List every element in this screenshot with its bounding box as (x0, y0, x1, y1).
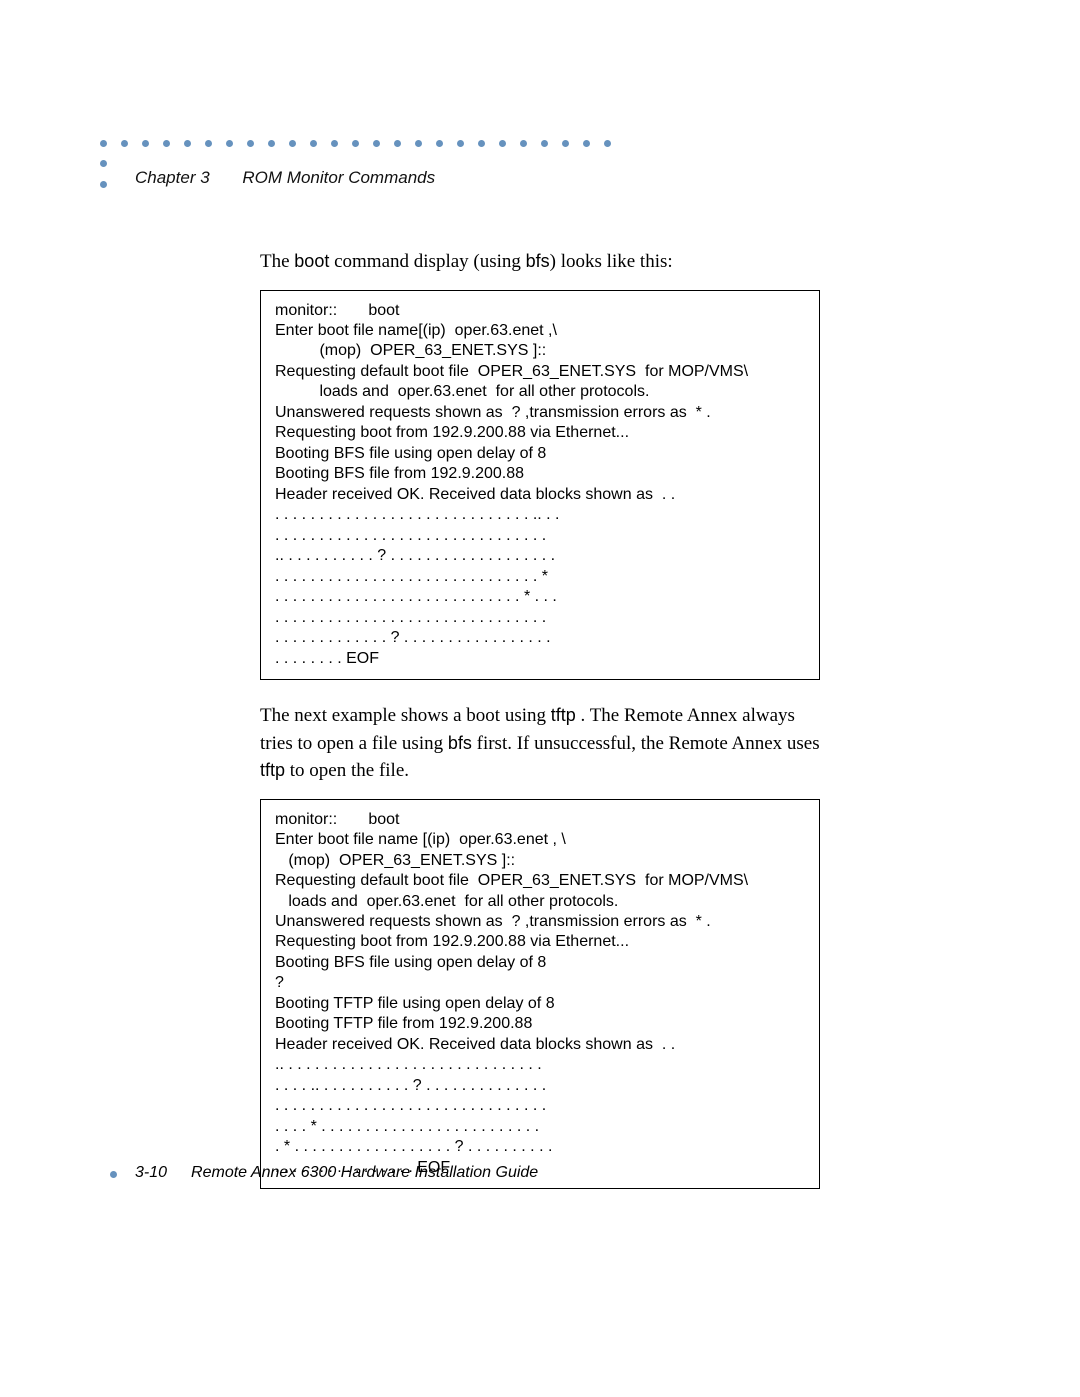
decor-dot-icon (226, 140, 233, 147)
code-block-tftp: monitor:: boot Enter boot file name [(ip… (260, 799, 820, 1189)
footer: 3-10 Remote Annex 6300 Hardware Installa… (110, 1164, 538, 1182)
code-word-boot: boot (294, 251, 329, 271)
decor-dot-icon (163, 140, 170, 147)
decor-dot-icon (100, 181, 107, 188)
decor-dot-icon (268, 140, 275, 147)
code-word-tftp: tftp (551, 705, 576, 725)
footer-dot-icon (110, 1171, 117, 1178)
decor-dot-icon (121, 140, 128, 147)
decor-dot-icon (142, 140, 149, 147)
decor-dot-icon (520, 140, 527, 147)
decor-dot-icon (604, 140, 611, 147)
code-word-bfs: bfs (526, 251, 550, 271)
text: to open the file. (285, 760, 409, 781)
decor-dot-icon (499, 140, 506, 147)
decor-dot-icon (247, 140, 254, 147)
page-number: 3-10 (135, 1164, 167, 1182)
decor-dot-icon (541, 140, 548, 147)
decor-dot-icon (289, 140, 296, 147)
code-block-bfs: monitor:: boot Enter boot file name[(ip)… (260, 290, 820, 680)
decor-dot-icon (100, 160, 107, 167)
decor-dot-icon (415, 140, 422, 147)
decor-dot-icon (100, 140, 107, 147)
decor-dot-icon (352, 140, 359, 147)
page: Chapter 3 ROM Monitor Commands The boot … (0, 0, 1080, 1397)
text: first. If unsuccessful, the Remote Annex… (472, 733, 820, 754)
decor-dot-icon (394, 140, 401, 147)
text: command display (using (329, 251, 525, 272)
decor-dot-row (100, 140, 611, 147)
decor-dot-icon (184, 140, 191, 147)
chapter-label: Chapter 3 (135, 168, 210, 187)
code-word-bfs: bfs (448, 733, 472, 753)
section-label: ROM Monitor Commands (242, 168, 435, 187)
decor-dot-icon (205, 140, 212, 147)
decor-dot-icon (562, 140, 569, 147)
text: The (260, 251, 294, 272)
intro-paragraph-2: The next example shows a boot using tftp… (260, 702, 820, 785)
running-header: Chapter 3 ROM Monitor Commands (135, 168, 435, 188)
decor-dot-icon (583, 140, 590, 147)
decor-dot-col (100, 160, 107, 188)
decor-dot-icon (478, 140, 485, 147)
decor-dot-icon (310, 140, 317, 147)
text: ) looks like this: (550, 251, 673, 272)
footer-title: Remote Annex 6300 Hardware Installation … (191, 1164, 538, 1182)
code-word-tftp-2: tftp (260, 760, 285, 780)
text: The next example shows a boot using (260, 705, 551, 726)
decor-dot-icon (373, 140, 380, 147)
decor-dot-icon (331, 140, 338, 147)
intro-paragraph-1: The boot command display (using bfs) loo… (260, 248, 820, 276)
decor-dot-icon (457, 140, 464, 147)
body-column: The boot command display (using bfs) loo… (260, 248, 820, 1211)
decor-dot-icon (436, 140, 443, 147)
